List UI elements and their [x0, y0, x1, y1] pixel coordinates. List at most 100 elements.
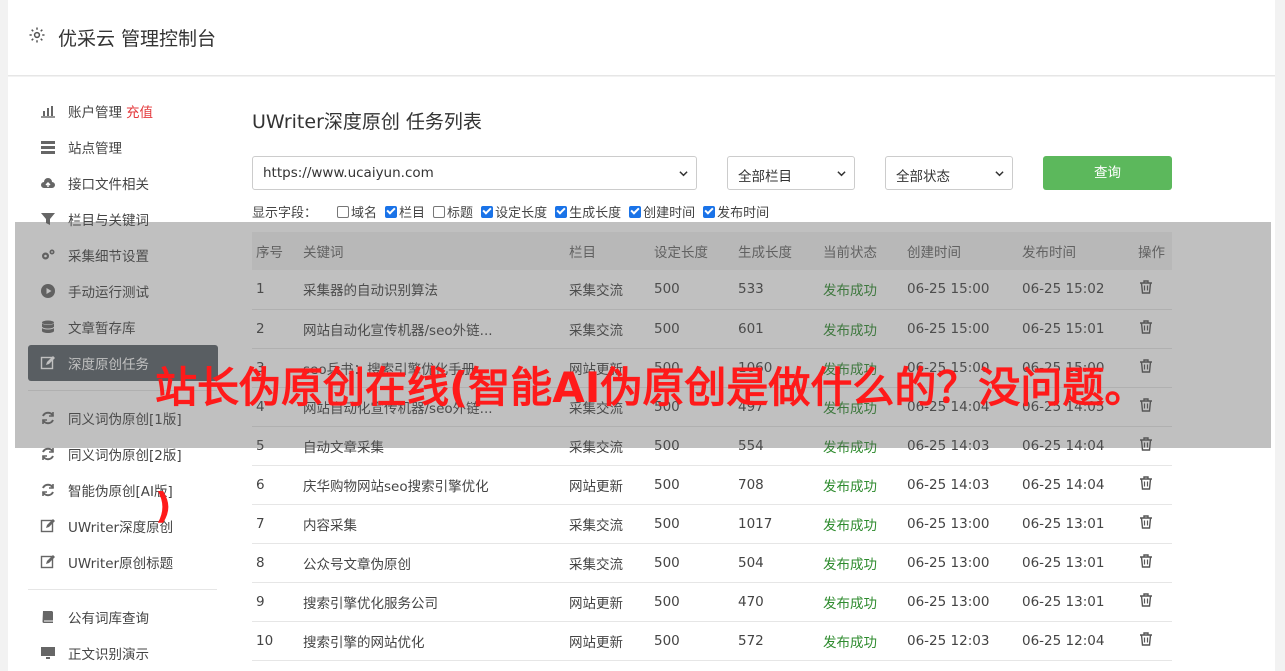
table-row: 8 公众号文章伪原创 采集交流 500 504 发布成功 06-25 13:00 06-25 … [252, 543, 1172, 583]
field-checkbox-domain[interactable]: 域名 [337, 202, 377, 221]
table-row: 9 搜索引擎优化服务公司 网站更新 500 470 发布成功 06-25 13:00 06-2… [252, 582, 1172, 622]
sidebar-item-uwriter-deep[interactable]: UWriter深度原创 [28, 508, 218, 544]
edit-icon [38, 518, 58, 534]
table-cell: 500 [650, 621, 734, 661]
field-checkbox-column[interactable]: 栏目 [385, 202, 425, 221]
chevron-down-icon [995, 171, 1004, 177]
refresh-icon [38, 446, 58, 462]
table-cell: 内容采集 [299, 504, 565, 544]
sidebar-item-ai-rewrite[interactable]: 智能伪原创[AI版] [28, 472, 218, 508]
app-title: 优采云 管理控制台 [58, 28, 217, 50]
display-fields: 显示字段： 域名 栏目 标题 设定长度 生成长度 创建时间 发布时间 [252, 202, 777, 221]
field-checkbox-title[interactable]: 标题 [433, 202, 473, 221]
table-cell: 500 [650, 465, 734, 505]
trash-icon[interactable] [1138, 592, 1154, 608]
table-cell: 06-25 12:04 [1018, 621, 1134, 661]
recharge-link[interactable]: 充值 [126, 101, 153, 121]
table-cell: 06-25 13:01 [1018, 582, 1134, 622]
book-icon [38, 609, 58, 625]
gear-icon [29, 27, 45, 43]
sidebar-item-label: 站点管理 [68, 141, 122, 157]
chevron-down-icon [679, 171, 688, 177]
delete-action[interactable] [1134, 465, 1172, 505]
trash-icon[interactable] [1138, 514, 1154, 530]
chevron-down-icon [837, 171, 846, 177]
cloud-upload-icon [38, 175, 58, 191]
trash-icon[interactable] [1138, 553, 1154, 569]
table-cell: 06-25 14:03 [903, 465, 1018, 505]
table-cell: 网站更新 [565, 465, 650, 505]
display-fields-label: 显示字段： [252, 206, 318, 221]
sidebar-item-account[interactable]: 账户管理 充值 [28, 93, 218, 129]
table-cell: 06-25 14:04 [1018, 465, 1134, 505]
trash-icon[interactable] [1138, 475, 1154, 491]
delete-action[interactable] [1134, 543, 1172, 583]
sidebar-item-label: 账户管理 [68, 105, 122, 121]
table-cell: 发布成功 [819, 504, 903, 544]
monitor-icon [38, 645, 58, 661]
table-cell: 发布成功 [819, 543, 903, 583]
table-cell: 500 [650, 543, 734, 583]
page-title: UWriter深度原创 任务列表 [252, 111, 482, 133]
field-checkbox-gen-length[interactable]: 生成长度 [555, 202, 621, 221]
refresh-icon [38, 482, 58, 498]
top-bar: 优采云 管理控制台 [8, 0, 1275, 76]
sidebar-item-label: UWriter原创标题 [68, 556, 174, 572]
table-cell: 6 [252, 465, 299, 505]
overlay-caption: 站长伪原创在线(智能AI伪原创是做什么的？没问题。 [155, 363, 1147, 412]
table-cell: 采集交流 [565, 504, 650, 544]
table-cell: 搜索引擎的网站优化 [299, 621, 565, 661]
column-select-value: 全部栏目 [738, 169, 792, 185]
status-select[interactable]: 全部状态 [885, 156, 1013, 190]
column-select[interactable]: 全部栏目 [727, 156, 855, 190]
table-cell: 06-25 12:03 [903, 621, 1018, 661]
table-cell: 9 [252, 582, 299, 622]
table-cell: 公众号文章伪原创 [299, 543, 565, 583]
sidebar-divider [28, 589, 217, 590]
table-cell: 708 [734, 465, 819, 505]
table-cell: 06-25 13:01 [1018, 543, 1134, 583]
sidebar-item-label: 正文识别演示 [68, 647, 149, 663]
server-icon [38, 139, 58, 155]
trash-icon[interactable] [1138, 631, 1154, 647]
field-checkbox-set-length[interactable]: 设定长度 [481, 202, 547, 221]
delete-action[interactable] [1134, 621, 1172, 661]
status-select-value: 全部状态 [896, 169, 950, 185]
table-cell: 搜索引擎优化服务公司 [299, 582, 565, 622]
overlay-caption-continued: ) [155, 486, 172, 527]
table-cell: 网站更新 [565, 621, 650, 661]
sidebar-item-interface-files[interactable]: 接口文件相关 [28, 165, 218, 201]
table-cell: 500 [650, 582, 734, 622]
table-row: 7 内容采集 采集交流 500 1017 发布成功 06-25 13:00 06-25 13:… [252, 504, 1172, 544]
sidebar-item-text-recognition[interactable]: 正文识别演示 [28, 635, 218, 671]
sidebar-item-label: 公有词库查询 [68, 611, 149, 627]
table-cell: 发布成功 [819, 621, 903, 661]
delete-action[interactable] [1134, 582, 1172, 622]
table-row: 10 搜索引擎的网站优化 网站更新 500 572 发布成功 06-25 12:03 06-2… [252, 621, 1172, 661]
table-cell: 1017 [734, 504, 819, 544]
table-cell: 采集交流 [565, 543, 650, 583]
sidebar-item-sites[interactable]: 站点管理 [28, 129, 218, 165]
query-button[interactable]: 查询 [1043, 156, 1172, 190]
site-select[interactable]: https://www.ucaiyun.com [252, 156, 697, 190]
site-select-value: https://www.ucaiyun.com [263, 165, 434, 181]
table-row: 6 庆华购物网站seo搜索引擎优化 网站更新 500 708 发布成功 06-25 14:0… [252, 465, 1172, 505]
table-cell: 7 [252, 504, 299, 544]
edit-icon [38, 554, 58, 570]
table-cell: 06-25 13:00 [903, 504, 1018, 544]
table-cell: 8 [252, 543, 299, 583]
table-cell: 发布成功 [819, 582, 903, 622]
table-cell: 06-25 13:00 [903, 543, 1018, 583]
table-cell: 10 [252, 621, 299, 661]
table-cell: 网站更新 [565, 582, 650, 622]
table-cell: 06-25 13:00 [903, 582, 1018, 622]
table-cell: 572 [734, 621, 819, 661]
sidebar-item-uwriter-title[interactable]: UWriter原创标题 [28, 544, 218, 580]
table-cell: 庆华购物网站seo搜索引擎优化 [299, 465, 565, 505]
field-checkbox-published[interactable]: 发布时间 [703, 202, 769, 221]
field-checkbox-created[interactable]: 创建时间 [629, 202, 695, 221]
delete-action[interactable] [1134, 504, 1172, 544]
sidebar-item-label: 接口文件相关 [68, 177, 149, 193]
table-cell: 470 [734, 582, 819, 622]
sidebar-item-public-lexicon[interactable]: 公有词库查询 [28, 599, 218, 635]
